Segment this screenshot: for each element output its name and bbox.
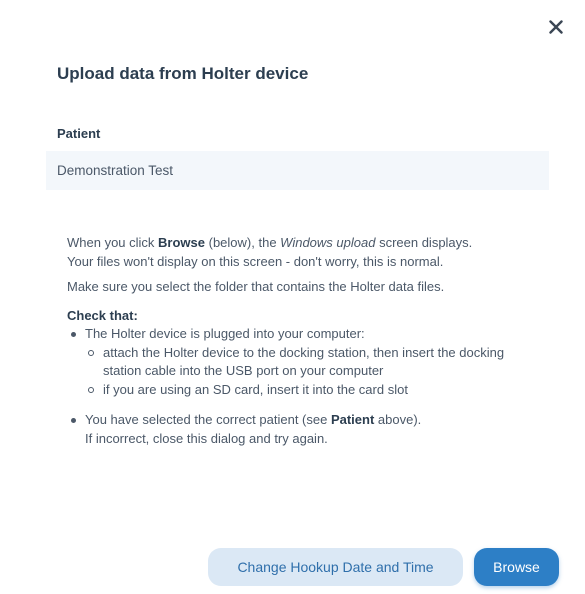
change-hookup-button[interactable]: Change Hookup Date and Time: [208, 548, 463, 586]
instruction-select-folder: Make sure you select the folder that con…: [67, 279, 445, 294]
instructions: When you click Browse (below), the Windo…: [67, 234, 537, 448]
check-title: Check that:: [67, 307, 138, 323]
dialog-title: Upload data from Holter device: [57, 64, 309, 83]
instruction-browse: When you click Browse (below), the Windo…: [67, 235, 473, 250]
patient-value: Demonstration Test: [57, 163, 174, 178]
list-item: if you are using an SD card, insert it i…: [85, 381, 537, 400]
check-list: The Holter device is plugged into your c…: [67, 325, 537, 448]
windows-upload-emphasis: Windows upload: [280, 235, 376, 250]
close-button[interactable]: [545, 16, 567, 38]
upload-dialog: Upload data from Holter device Patient D…: [0, 0, 585, 594]
list-item: The Holter device is plugged into your c…: [67, 325, 537, 399]
browse-button[interactable]: Browse: [474, 548, 559, 586]
list-item: attach the Holter device to the docking …: [85, 344, 537, 381]
patient-emphasis: Patient: [330, 412, 375, 427]
patient-label: Patient: [57, 126, 101, 141]
patient-field: Demonstration Test: [46, 151, 549, 190]
sub-check-list: attach the Holter device to the docking …: [85, 344, 537, 400]
close-icon: [549, 20, 563, 34]
instruction-files-note: Your files won't display on this screen …: [67, 253, 444, 269]
list-item: You have selected the correct patient (s…: [67, 411, 537, 448]
browse-emphasis: Browse: [158, 235, 206, 250]
